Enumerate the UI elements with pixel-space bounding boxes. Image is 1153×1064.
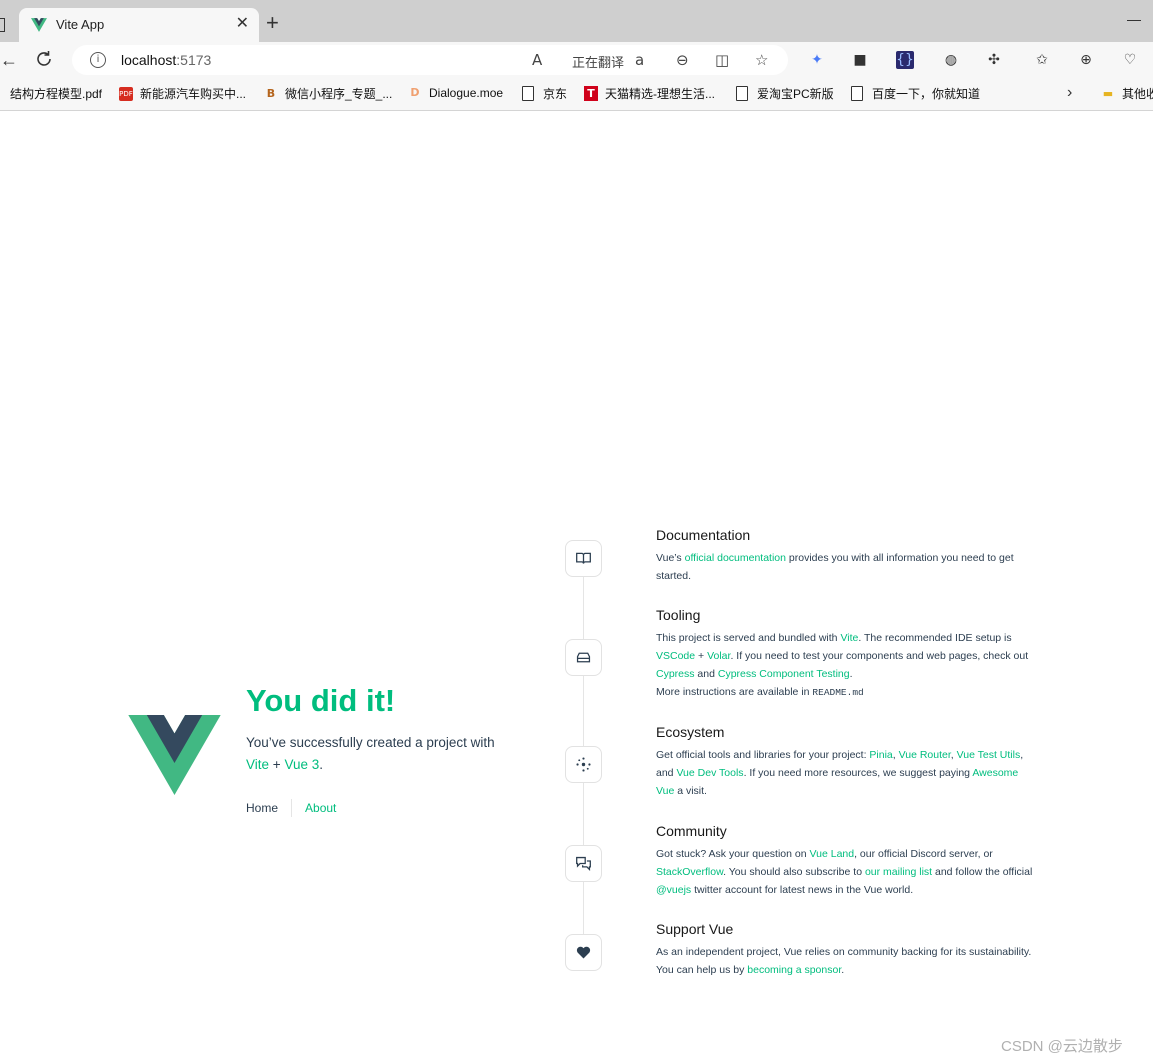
cypress-link[interactable]: Cypress: [656, 668, 695, 680]
tooling-text: This project is served and bundled with …: [656, 632, 1029, 698]
ecosystem-heading: Ecosystem: [656, 724, 725, 740]
vite-docs-link[interactable]: Vite: [840, 632, 858, 644]
documentation-icon-box: [565, 540, 602, 577]
ecosystem-text: Get official tools and libraries for you…: [656, 749, 1024, 797]
bookmark-item[interactable]: T 天猫精选-理想生活...: [584, 85, 715, 102]
vue-logo: [128, 715, 221, 795]
vscode-link[interactable]: VSCode: [656, 650, 695, 662]
toolbox-icon: [576, 652, 591, 663]
nav-home-link[interactable]: Home: [246, 799, 291, 817]
url-text[interactable]: localhost:5173: [121, 52, 211, 68]
previous-tab-edge[interactable]: [0, 18, 5, 32]
extension-code-icon[interactable]: {}: [896, 51, 914, 69]
nav-about-link[interactable]: About: [291, 799, 349, 817]
tab-close-icon[interactable]: ✕: [236, 15, 249, 33]
translate-icon[interactable]: a: [635, 51, 644, 69]
volar-link[interactable]: Volar: [707, 650, 730, 662]
minimize-window-icon[interactable]: [1127, 20, 1141, 21]
active-tab[interactable]: Vite App ✕: [19, 8, 259, 42]
bookmarks-overflow-chevron-icon[interactable]: ›: [1067, 84, 1072, 102]
vue3-link[interactable]: Vue 3: [284, 757, 319, 772]
bookmark-item[interactable]: 结构方程模型.pdf: [10, 85, 102, 102]
extension-game-icon[interactable]: ■: [851, 51, 869, 69]
pinia-link[interactable]: Pinia: [869, 749, 892, 761]
folder-icon: ▬: [1102, 86, 1114, 100]
tooling-heading: Tooling: [656, 607, 701, 623]
documentation-section: Documentation Vue’s official documentati…: [656, 527, 1036, 585]
dialogue-bookmark-icon: D: [410, 86, 420, 99]
documentation-heading: Documentation: [656, 527, 751, 543]
ecosystem-icon-box: [565, 746, 602, 783]
bookmark-item[interactable]: B 微信小程序_专题_...: [264, 85, 393, 102]
chat-bubbles-icon: [576, 856, 591, 871]
tooling-section: Tooling This project is served and bundl…: [656, 607, 1036, 702]
bookmark-folder[interactable]: ▬ 其他收: [1101, 85, 1153, 102]
vue-test-utils-link[interactable]: Vue Test Utils: [957, 749, 1021, 761]
vue-dev-tools-link[interactable]: Vue Dev Tools: [676, 767, 743, 779]
translating-label[interactable]: 正在翻译: [572, 52, 624, 71]
community-section: Community Got stuck? Ask your question o…: [656, 823, 1036, 899]
vue-land-link[interactable]: Vue Land: [810, 848, 855, 860]
back-arrow-icon[interactable]: ←: [0, 50, 18, 71]
readme-code: README.md: [812, 687, 864, 698]
sponsor-link[interactable]: becoming a sponsor: [747, 964, 841, 976]
support-icon-box: [565, 934, 602, 971]
bookmark-item[interactable]: 爱淘宝PC新版: [736, 85, 834, 102]
page-title: You did it!: [246, 683, 396, 718]
tab-strip: Vite App ✕ +: [0, 0, 1153, 42]
bookmark-item[interactable]: 百度一下，你就知道: [851, 85, 980, 102]
official-docs-link[interactable]: official documentation: [685, 552, 786, 564]
mailing-list-link[interactable]: our mailing list: [865, 866, 932, 878]
read-aloud-icon[interactable]: A: [532, 51, 542, 69]
favorites-icon[interactable]: ✩: [1033, 51, 1051, 69]
community-heading: Community: [656, 823, 727, 839]
page-icon: [522, 86, 534, 101]
pdf-icon: PDF: [119, 86, 133, 101]
tab-title: Vite App: [56, 17, 105, 32]
page-icon: [851, 86, 863, 101]
community-text: Got stuck? Ask your question on Vue Land…: [656, 848, 1033, 896]
vue-favicon-icon: [31, 18, 47, 32]
support-heading: Support Vue: [656, 921, 734, 937]
page-icon: [736, 86, 748, 101]
tooling-icon-box: [565, 639, 602, 676]
book-icon: [576, 552, 591, 564]
community-icon-box: [565, 845, 602, 882]
bookmarks-bar: 结构方程模型.pdf PDF 新能源汽车购买中... B 微信小程序_专题_... …: [0, 80, 1153, 111]
extension-bird-icon[interactable]: ✦: [808, 51, 826, 69]
bookmark-item[interactable]: 京东: [522, 85, 567, 102]
vite-link[interactable]: Vite: [246, 757, 269, 772]
split-screen-icon[interactable]: ◫: [715, 51, 729, 69]
site-info-icon[interactable]: i: [90, 52, 106, 68]
address-bar[interactable]: i localhost:5173 A 正在翻译 a ⊖ ◫ ☆: [72, 45, 788, 75]
documentation-text: Vue’s official documentation provides yo…: [656, 552, 1014, 582]
support-text: As an independent project, Vue relies on…: [656, 946, 1032, 976]
bilibili-bookmark-icon: B: [266, 86, 276, 100]
extensions-puzzle-icon[interactable]: ✣: [985, 51, 1003, 69]
vue-router-link[interactable]: Vue Router: [899, 749, 951, 761]
stackoverflow-link[interactable]: StackOverflow: [656, 866, 723, 878]
zoom-icon[interactable]: ⊖: [676, 51, 689, 69]
browser-essentials-icon[interactable]: ♡: [1121, 51, 1139, 69]
new-tab-icon[interactable]: +: [266, 12, 279, 34]
favorite-star-icon[interactable]: ☆: [755, 51, 768, 69]
csdn-watermark: CSDN @云边散步: [1001, 1038, 1123, 1055]
cypress-component-testing-link[interactable]: Cypress Component Testing: [718, 668, 850, 680]
vuejs-twitter-link[interactable]: @vuejs: [656, 884, 691, 896]
extension-pause-icon[interactable]: ◍: [942, 51, 960, 69]
bookmark-item[interactable]: PDF 新能源汽车购买中...: [119, 85, 246, 102]
bookmark-item[interactable]: D Dialogue.moe: [408, 85, 503, 101]
support-section: Support Vue As an independent project, V…: [656, 921, 1036, 979]
main-nav: Home About: [246, 799, 349, 817]
browser-toolbar: ← i localhost:5173 A 正在翻译 a ⊖ ◫ ☆ ✦ ■ {}…: [0, 42, 1153, 80]
tmall-bookmark-icon: T: [584, 86, 598, 101]
collections-icon[interactable]: ⊕: [1077, 51, 1095, 69]
ecosystem-section: Ecosystem Get official tools and librari…: [656, 724, 1036, 800]
ecosystem-icon: [576, 757, 591, 772]
heart-icon: [576, 946, 591, 959]
hero-subtitle: You’ve successfully created a project wi…: [246, 735, 495, 772]
reload-icon[interactable]: [33, 48, 55, 70]
